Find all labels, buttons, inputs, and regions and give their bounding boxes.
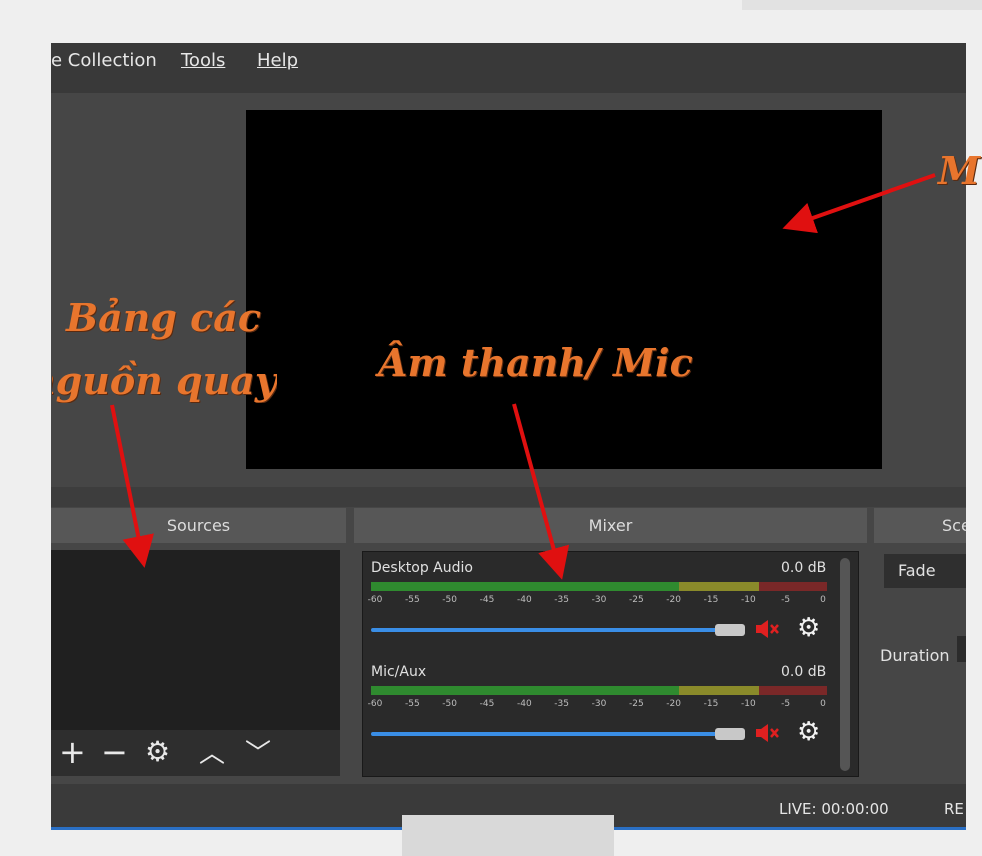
rec-timer: RE — [944, 800, 964, 818]
duration-label: Duration — [880, 646, 950, 665]
meter-tick-label: -45 — [479, 595, 495, 605]
channel-db-desktop-audio: 0.0 dB — [781, 560, 827, 576]
channel-db-mic-aux: 0.0 dB — [781, 664, 827, 680]
meter-tick-label: -15 — [703, 595, 719, 605]
meter-tick-label: -45 — [479, 699, 495, 709]
meter-tick-label: -10 — [740, 699, 756, 709]
obs-window: e Collection Tools Help Sources Mixer Sc… — [51, 43, 966, 830]
menu-help-label: Help — [257, 50, 299, 71]
annotation-mixer: Âm thanh/ Mic — [378, 340, 693, 385]
transitions-panel: Fade Duration — [874, 550, 966, 776]
mixer-panel: Desktop Audio 0.0 dB -60 -55 -50 -45 -40 -35-… — [362, 551, 859, 777]
top-right-tab — [742, 0, 982, 10]
duration-input[interactable] — [957, 636, 966, 662]
meter-tick-label: -25 — [628, 699, 644, 709]
volume-slider-mic-aux[interactable] — [371, 732, 719, 736]
sources-list[interactable] — [51, 550, 340, 730]
meter-tick-label: -15 — [703, 699, 719, 709]
meter-tick-label: -20 — [666, 595, 682, 605]
meter-tick-label: -60 — [367, 595, 383, 605]
meter-tick-label: -30 — [591, 595, 607, 605]
channel-name-desktop-audio: Desktop Audio — [371, 560, 473, 576]
menu-help[interactable]: Help — [257, 50, 298, 71]
remove-source-button[interactable]: − — [101, 736, 128, 768]
meter-red — [759, 582, 827, 591]
live-timer: LIVE: 00:00:00 — [779, 800, 889, 818]
meter-tick-label: -35 — [554, 699, 570, 709]
meter-green — [371, 582, 679, 591]
volume-meter-desktop-audio — [371, 582, 827, 591]
mixer-scrollbar[interactable] — [840, 558, 850, 771]
meter-tick-label: 0 — [820, 699, 826, 709]
menu-tools-label: Tools — [181, 50, 226, 71]
meter-tick-label: -5 — [781, 595, 791, 605]
channel-name-mic-aux: Mic/Aux — [371, 664, 427, 680]
gear-icon[interactable]: ⚙ — [797, 719, 820, 745]
move-source-up-button[interactable]: ︿ — [199, 738, 225, 770]
annotation-sources-line1: Bảng các — [66, 295, 262, 340]
speaker-muted-icon[interactable] — [755, 723, 781, 743]
meter-tick-label: -55 — [404, 595, 420, 605]
meter-tick-label: -55 — [404, 699, 420, 709]
meter-tick-label: -60 — [367, 699, 383, 709]
meter-tick-label: -30 — [591, 699, 607, 709]
meter-yellow — [679, 582, 759, 591]
meter-tick-label: -10 — [740, 595, 756, 605]
speaker-muted-icon[interactable] — [755, 619, 781, 639]
meter-tick-label: -5 — [781, 699, 791, 709]
menu-bar: e Collection Tools Help — [51, 43, 966, 93]
volume-knob-mic-aux[interactable] — [715, 728, 745, 740]
menu-scene-collection[interactable]: e Collection — [51, 50, 157, 71]
meter-tick-label: -50 — [442, 699, 458, 709]
meter-tick-label: -50 — [442, 595, 458, 605]
meter-tick-label: -20 — [666, 699, 682, 709]
annotation-sources-line2: nguồn quay — [28, 358, 277, 403]
meter-tick-label: -35 — [554, 595, 570, 605]
volume-knob-desktop-audio[interactable] — [715, 624, 745, 636]
meter-tick-label: -40 — [516, 595, 532, 605]
dock-separator — [51, 487, 966, 507]
sources-toolbar: + − ⚙ ︿ ﹀ — [51, 730, 340, 776]
meter-ticks-mic-aux: -60 -55 -50 -45 -40 -35 -30 -25 -20 -15 -10 -5 0 — [367, 699, 827, 713]
preview-canvas[interactable] — [246, 110, 882, 469]
transitions-dock-title: Sce — [874, 508, 966, 543]
volume-meter-mic-aux — [371, 686, 827, 695]
source-properties-button[interactable]: ⚙ — [145, 736, 170, 768]
volume-slider-desktop-audio[interactable] — [371, 628, 719, 632]
meter-tick-label: -40 — [516, 699, 532, 709]
meter-ticks-desktop-audio: -60 -55 -50 -45 -40 -35 -30 -25 -20 -15 -10 -5 0 — [367, 595, 827, 609]
sources-dock-title: Sources — [51, 508, 346, 543]
move-source-down-button[interactable]: ﹀ — [245, 738, 271, 770]
meter-yellow — [679, 686, 759, 695]
gear-icon[interactable]: ⚙ — [797, 615, 820, 641]
meter-red — [759, 686, 827, 695]
annotation-preview: M — [938, 148, 981, 193]
menu-tools[interactable]: Tools — [181, 50, 225, 71]
add-source-button[interactable]: + — [59, 736, 86, 768]
meter-tick-label: 0 — [820, 595, 826, 605]
meter-tick-label: -25 — [628, 595, 644, 605]
mixer-dock-title: Mixer — [354, 508, 867, 543]
bottom-tab — [402, 815, 614, 856]
meter-green — [371, 686, 679, 695]
transition-select[interactable]: Fade — [884, 554, 966, 588]
